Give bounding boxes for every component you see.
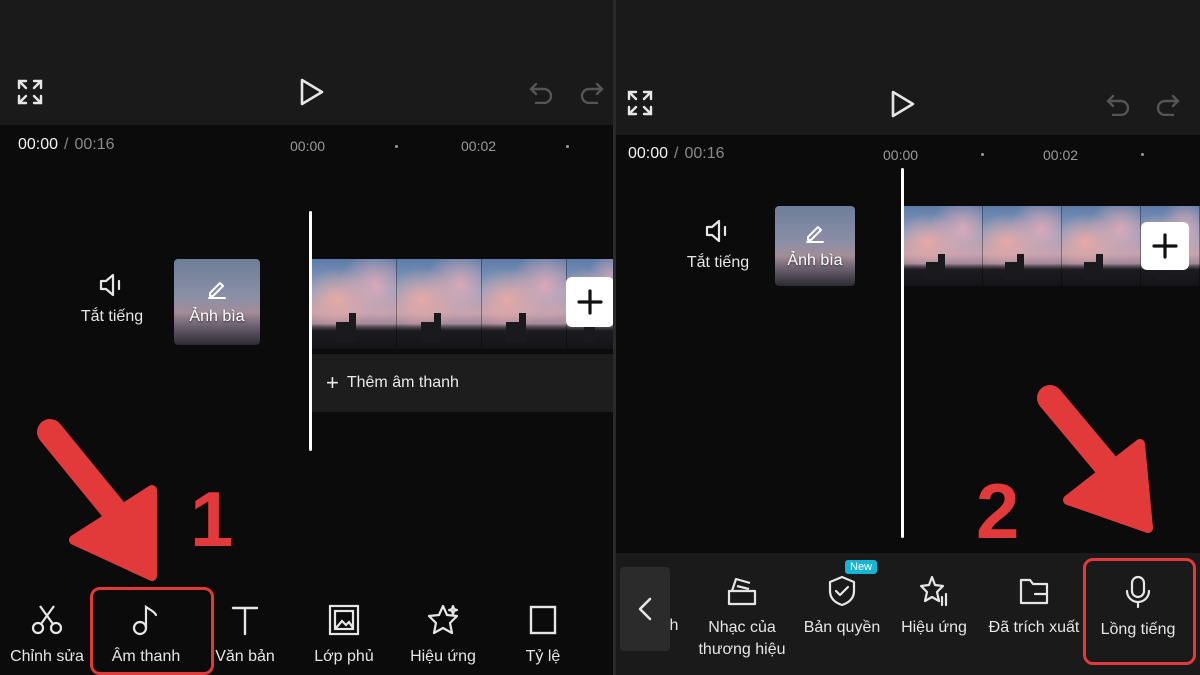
highlight-audio-tool [90,587,214,675]
tool-effects[interactable]: Hiệu ứng [398,604,488,668]
mute-button[interactable]: Tắt tiếng [676,218,760,272]
ruler-tick-label: 00:02 [1043,147,1079,163]
redo-icon[interactable] [1154,90,1182,118]
undo-icon[interactable] [527,78,555,106]
tool-label: Nhạc của thương hiệu [698,619,786,658]
cover-image-button[interactable]: Ảnh bìa [775,206,855,286]
play-icon[interactable] [888,88,918,120]
add-audio-label: Thêm âm thanh [346,374,459,391]
plus-icon [1152,233,1178,259]
speaker-icon [705,219,727,243]
red-arrow-icon [1037,385,1153,533]
tool-partial[interactable]: h [666,617,682,635]
mute-label: Tắt tiếng [686,254,750,271]
ruler-dot [1141,153,1144,156]
ruler-dot [395,145,398,148]
ratio-icon [529,605,557,635]
clip-frame [312,259,397,349]
clip-frame [904,206,983,286]
clip-frame [482,259,567,349]
highlight-voiceover-tool [1083,558,1196,665]
fullscreen-icon[interactable] [16,78,44,106]
tool-label: Hiệu ứng [901,619,967,636]
plus-icon [577,289,603,315]
right-screen: 00:00 / 00:16 00:00 00:02 Tắt tiếng Ảnh bì… [616,0,1200,675]
add-clip-button[interactable] [1141,222,1189,270]
total-duration: 00:16 [74,136,115,153]
cover-label: Ảnh bìa [787,252,843,269]
cover-label: Ảnh bìa [189,308,245,325]
time-separator: / [64,136,69,153]
step-number: 1 [190,475,234,563]
tool-label: Văn bản [215,648,275,665]
tool-label: Chỉnh sửa [10,648,84,665]
current-time: 00:00 [18,136,59,153]
mute-label: Tắt tiếng [80,308,144,325]
sound-effects-icon [919,575,948,607]
add-audio-track[interactable]: + Thêm âm thanh [312,354,613,412]
back-button[interactable] [620,567,670,651]
mute-button[interactable]: Tắt tiếng [70,272,154,326]
tool-label: Tỷ lệ [525,648,561,665]
tool-label: Đã trích xuất [988,619,1080,636]
tool-label: h [669,617,679,634]
ruler-tick-label: 00:00 [883,147,919,163]
time-separator: / [674,145,679,162]
text-icon [231,606,259,636]
tool-extracted[interactable]: Đã trích xuất [982,575,1086,639]
red-arrow-icon [37,419,157,581]
left-screen: 00:00 / 00:16 00:00 00:02 Tắt tiếng Ảnh bì… [0,0,613,675]
folder-icon [1019,578,1049,605]
shield-check-icon [828,575,856,607]
ruler-tick-label: 00:00 [290,138,326,154]
clip-frame [397,259,482,349]
tool-copyright[interactable]: Bản quyền [796,575,888,639]
play-icon[interactable] [297,76,327,108]
ruler-dot [566,145,569,148]
tool-label: Bản quyền [803,619,881,636]
new-badge: New [845,560,878,574]
timecode: 00:00 / 00:16 [18,136,115,154]
preview-toolbar [0,0,613,125]
tool-overlay[interactable]: Lớp phủ [298,604,390,668]
fullscreen-icon[interactable] [626,89,654,117]
brand-music-icon [727,577,757,606]
add-clip-button[interactable] [566,277,613,327]
tool-ratio[interactable]: Tỷ lệ [498,604,588,668]
preview-toolbar [616,0,1200,135]
tool-sound-effects[interactable]: Hiệu ứng [888,575,980,639]
ruler-tick-label: 00:02 [461,138,497,154]
step-number: 2 [976,467,1020,555]
scissors-icon [31,605,63,635]
effects-star-icon [427,604,459,635]
undo-icon[interactable] [1104,90,1132,118]
speaker-icon [99,273,121,297]
clip-frame [983,206,1062,286]
tool-edit[interactable]: Chỉnh sửa [2,604,92,668]
overlay-icon [328,604,360,636]
total-duration: 00:16 [684,145,725,162]
redo-icon[interactable] [578,78,606,106]
edit-pencil-icon [208,282,226,299]
plus-icon: + [326,370,339,395]
tool-brand-music[interactable]: Nhạc của thương hiệu [692,575,792,661]
tool-label: Hiệu ứng [410,648,476,665]
clip-frame [1062,206,1141,286]
ruler-dot [981,153,984,156]
cover-image-button[interactable]: Ảnh bìa [174,259,260,345]
chevron-left-icon [638,597,652,621]
current-time: 00:00 [628,145,669,162]
tool-label: Lớp phủ [314,648,374,665]
edit-pencil-icon [806,226,824,243]
timecode: 00:00 / 00:16 [628,145,725,163]
